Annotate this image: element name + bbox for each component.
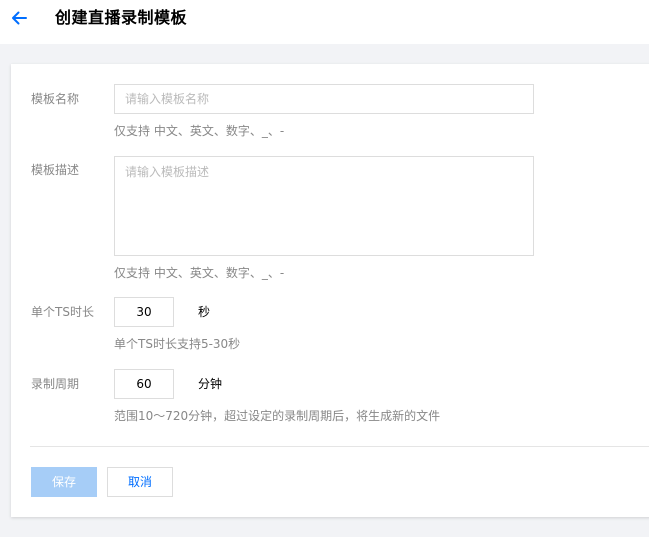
cancel-button[interactable]: 取消 [107, 467, 173, 497]
page-title: 创建直播录制模板 [55, 8, 188, 27]
record-period-hint: 范围10～720分钟，超过设定的录制周期后，将生成新的文件 [114, 409, 441, 423]
ts-duration-hint: 单个TS时长支持5-30秒 [114, 337, 241, 351]
record-period-unit: 分钟 [198, 377, 223, 391]
template-desc-textarea[interactable] [114, 156, 534, 256]
template-name-hint: 仅支持 中文、英文、数字、_、- [114, 124, 285, 138]
save-button[interactable]: 保存 [31, 467, 97, 497]
form-card: 模板名称 仅支持 中文、英文、数字、_、- 模板描述 仅支持 中文、英文、数字、… [11, 64, 649, 517]
ts-duration-label: 单个TS时长 [31, 305, 94, 319]
divider [30, 446, 649, 447]
template-desc-hint: 仅支持 中文、英文、数字、_、- [114, 266, 285, 280]
template-desc-label: 模板描述 [31, 163, 80, 177]
record-period-label: 录制周期 [31, 377, 80, 391]
template-name-input[interactable] [114, 84, 534, 114]
ts-duration-unit: 秒 [198, 305, 211, 319]
template-name-label: 模板名称 [31, 92, 80, 106]
arrow-left-icon[interactable] [10, 9, 28, 27]
ts-duration-input[interactable] [114, 297, 174, 327]
page-header: 创建直播录制模板 [0, 0, 649, 44]
record-period-input[interactable] [114, 369, 174, 399]
